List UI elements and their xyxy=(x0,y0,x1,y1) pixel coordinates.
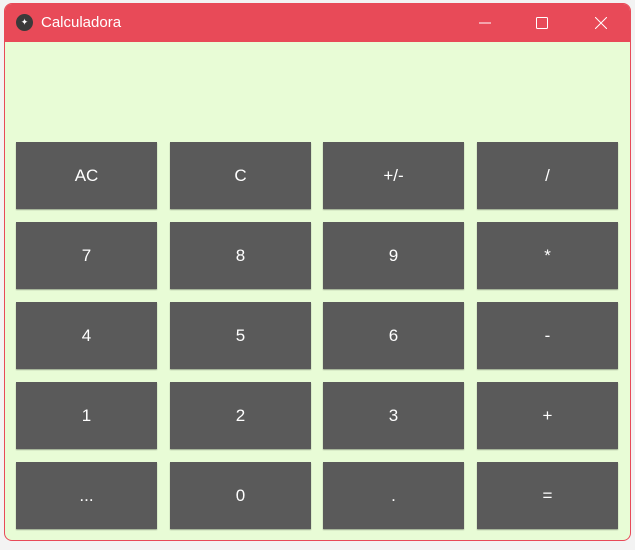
digit-7-button[interactable]: 7 xyxy=(16,222,157,289)
all-clear-button[interactable]: AC xyxy=(16,142,157,209)
digit-5-button[interactable]: 5 xyxy=(170,302,311,369)
digit-1-button[interactable]: 1 xyxy=(16,382,157,449)
clear-button[interactable]: C xyxy=(170,142,311,209)
decimal-button[interactable]: . xyxy=(323,462,464,529)
digit-9-button[interactable]: 9 xyxy=(323,222,464,289)
minimize-button[interactable] xyxy=(456,4,514,42)
maximize-button[interactable] xyxy=(513,4,571,42)
digit-6-button[interactable]: 6 xyxy=(323,302,464,369)
add-button[interactable]: + xyxy=(477,382,618,449)
result-display xyxy=(5,42,630,142)
close-button[interactable] xyxy=(572,4,630,42)
maximize-icon xyxy=(536,17,548,29)
more-button[interactable]: ... xyxy=(16,462,157,529)
digit-4-button[interactable]: 4 xyxy=(16,302,157,369)
multiply-button[interactable]: * xyxy=(477,222,618,289)
title-bar[interactable]: ✦ Calculadora xyxy=(5,4,630,42)
equals-button[interactable]: = xyxy=(477,462,618,529)
calculator-window: ✦ Calculadora AC C +/-/ 7 8 9 * 4 5 6- 1 2 3 +... 0. = xyxy=(4,3,631,541)
digit-0-button[interactable]: 0 xyxy=(170,462,311,529)
subtract-button[interactable]: - xyxy=(477,302,618,369)
divide-button[interactable]: / xyxy=(477,142,618,209)
digit-8-button[interactable]: 8 xyxy=(170,222,311,289)
digit-2-button[interactable]: 2 xyxy=(170,382,311,449)
app-logo-icon: ✦ xyxy=(16,14,33,31)
close-icon xyxy=(595,17,607,29)
digit-3-button[interactable]: 3 xyxy=(323,382,464,449)
minimize-icon xyxy=(479,22,491,24)
toggle-sign-button[interactable]: +/- xyxy=(323,142,464,209)
window-title: Calculadora xyxy=(41,14,122,31)
